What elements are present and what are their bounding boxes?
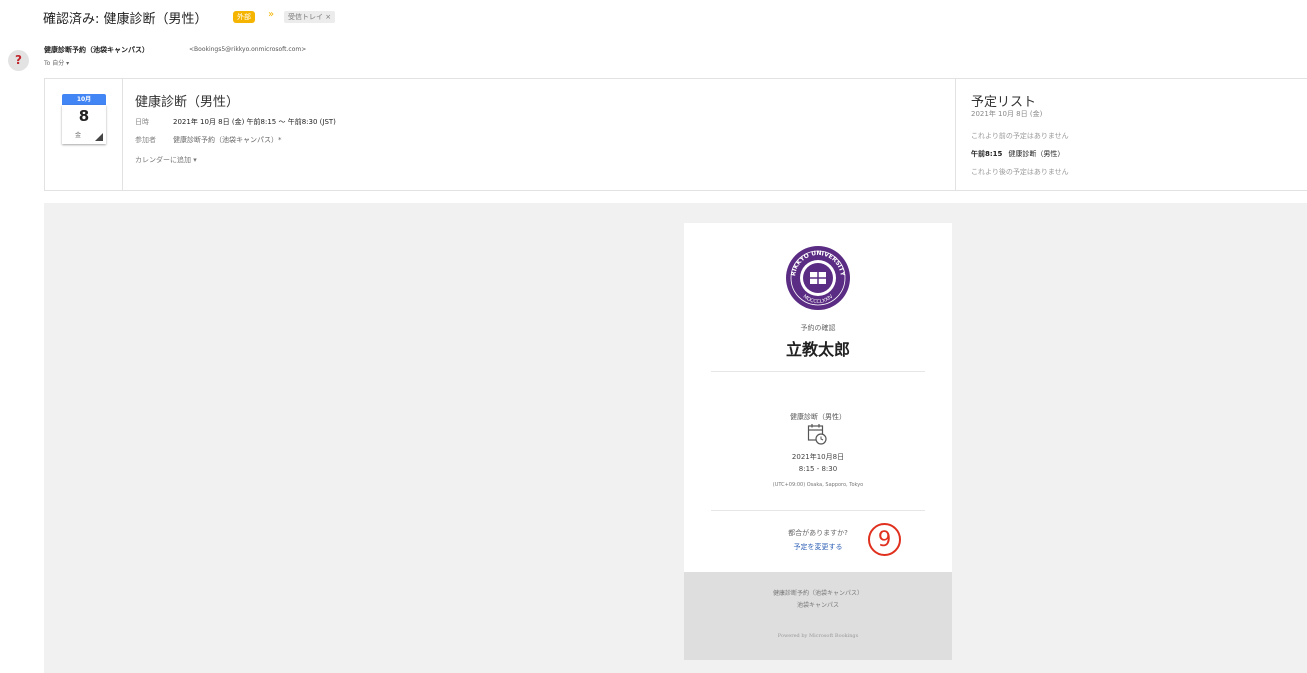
sender-name[interactable]: 健康診断予約（池袋キャンパス） <box>44 45 149 55</box>
agenda-title: 予定リスト <box>971 95 1037 110</box>
agenda-event-time: 午前8:15 <box>971 150 1003 158</box>
calendar-invite-card: 10月 8 金 健康診断（男性） 日時 2021年 10月 8日 (金) 午前8… <box>44 78 1307 191</box>
agenda-event-title: 健康診断（男性） <box>1008 150 1065 158</box>
calendar-page: 8 金 <box>62 105 106 144</box>
appointment-timezone: (UTC+09:00) Osaka, Sapporo, Tokyo <box>772 482 864 488</box>
calendar-clock-icon <box>807 424 827 445</box>
event-title: 健康診断（男性） <box>135 95 240 110</box>
invite-date-column: 10月 8 金 <box>45 79 123 190</box>
time-value: 2021年 10月 8日 (金) 午前8:15 ～ 午前8:30 (JST) <box>173 118 336 126</box>
powered-by-text: Powered by Microsoft Bookings <box>777 633 859 639</box>
recipient-dropdown[interactable]: To 自分 ▾ <box>44 58 69 67</box>
calendar-date-icon: 10月 8 金 <box>62 94 106 144</box>
calendar-day: 8 <box>78 107 90 125</box>
customer-name: 立教太郎 <box>785 340 850 359</box>
appointment-date: 2021年10月8日 <box>791 453 845 461</box>
university-seal-icon: RIKKYO UNIVERSITY MDCCCLXXIV <box>786 246 850 310</box>
booking-confirmation-card: RIKKYO UNIVERSITY MDCCCLXXIV 予約の確認 立教太郎 … <box>684 223 952 660</box>
add-to-calendar-button[interactable]: カレンダーに追加 ▾ <box>135 155 197 165</box>
service-name: 健康診断（男性） <box>790 413 846 421</box>
footer-business-name: 健康診断予約（池袋キャンパス） <box>772 590 863 597</box>
reschedule-question: 都合がありますか? <box>788 529 848 537</box>
inbox-label[interactable]: 受信トレイ × <box>284 11 336 23</box>
divider <box>711 371 925 372</box>
sender-avatar[interactable]: ? <box>8 50 29 71</box>
agenda-after-text: これより後の予定はありません <box>971 168 1069 176</box>
attendee-label: 参加者 <box>135 136 156 144</box>
agenda-before-text: これより前の予定はありません <box>971 132 1069 140</box>
agenda-event[interactable]: 午前8:15 健康診断（男性） <box>971 149 1064 159</box>
attendee-value[interactable]: 健康診断予約（池袋キャンパス）* <box>173 135 282 145</box>
sender-email: <Bookings5@rikkyo.onmicrosoft.com> <box>189 46 307 53</box>
importance-marker-icon[interactable]: » <box>268 9 274 20</box>
change-booking-link[interactable]: 予定を変更する <box>684 542 952 552</box>
confirmation-label: 予約の確認 <box>800 324 836 332</box>
agenda-date: 2021年 10月 8日 (金) <box>971 110 1043 118</box>
email-subject: 確認済み: 健康診断（男性） <box>43 12 208 27</box>
email-body: RIKKYO UNIVERSITY MDCCCLXXIV 予約の確認 立教太郎 … <box>44 203 1307 673</box>
divider <box>711 510 925 511</box>
calendar-month: 10月 <box>62 94 106 105</box>
time-label: 日時 <box>135 118 149 126</box>
step-number-annotation: 9 <box>868 523 901 556</box>
calendar-weekday: 金 <box>75 132 82 139</box>
appointment-time: 8:15 - 8:30 <box>798 465 838 473</box>
confirmation-footer: 健康診断予約（池袋キャンパス） 池袋キャンパス Powered by Micro… <box>684 572 952 660</box>
footer-location: 池袋キャンパス <box>796 602 839 609</box>
page-fold-icon <box>95 133 103 141</box>
agenda-panel: 予定リスト 2021年 10月 8日 (金) これより前の予定はありません 午前… <box>955 79 1307 190</box>
external-badge: 外部 <box>233 11 255 23</box>
